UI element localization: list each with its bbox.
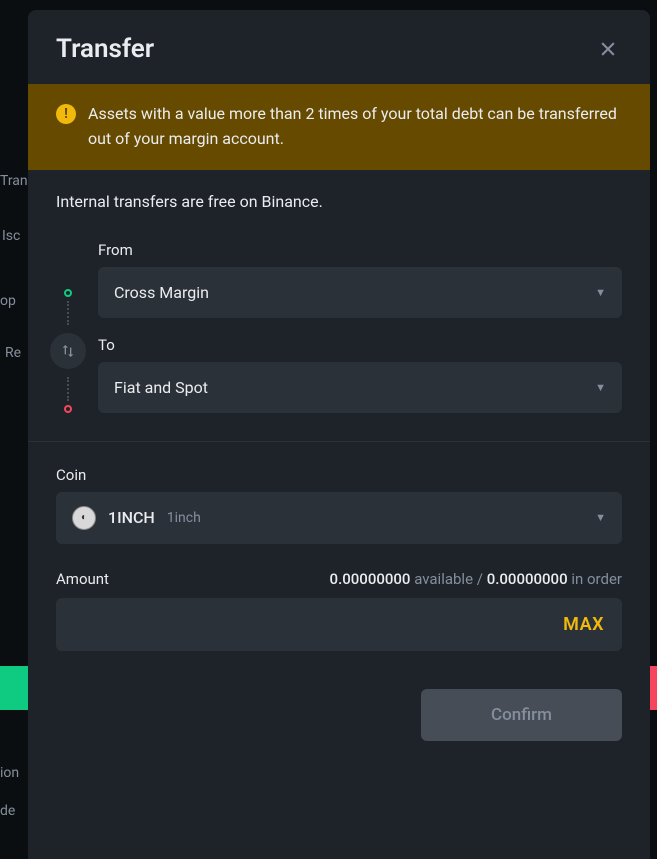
from-field-group: From Cross Margin ▼ bbox=[98, 241, 622, 318]
coin-field-group: Coin ◐ 1INCH 1inch ▼ bbox=[56, 466, 622, 544]
chevron-down-icon: ▼ bbox=[595, 286, 606, 299]
from-value: Cross Margin bbox=[114, 283, 209, 302]
coin-label: Coin bbox=[56, 466, 622, 484]
swap-icon bbox=[60, 343, 76, 359]
close-button[interactable] bbox=[594, 35, 622, 63]
amount-header: Amount 0.00000000 available / 0.00000000… bbox=[56, 570, 622, 588]
transfer-indicator bbox=[56, 241, 80, 413]
from-label: From bbox=[98, 241, 622, 259]
amount-input-wrap: MAX bbox=[56, 598, 622, 651]
from-dot-icon bbox=[64, 289, 72, 297]
coin-left: ◐ 1INCH 1inch bbox=[72, 506, 201, 530]
bg-text: Tran bbox=[0, 170, 28, 192]
max-button[interactable]: MAX bbox=[563, 614, 604, 635]
dashed-line bbox=[67, 301, 69, 325]
to-value: Fiat and Spot bbox=[114, 378, 208, 397]
available-text: available bbox=[414, 570, 473, 588]
bg-text: ion bbox=[0, 762, 19, 784]
separator: / bbox=[477, 570, 483, 588]
amount-info: 0.00000000 available / 0.00000000 in ord… bbox=[330, 570, 622, 588]
transfer-modal: Transfer ! Assets with a value more than… bbox=[28, 10, 650, 859]
transfer-section: From Cross Margin ▼ To Fiat and Spot ▼ bbox=[56, 241, 622, 413]
divider bbox=[28, 441, 650, 442]
coin-icon: ◐ bbox=[72, 506, 96, 530]
close-icon bbox=[598, 39, 618, 59]
chevron-down-icon: ▼ bbox=[595, 381, 606, 394]
amount-input[interactable] bbox=[74, 615, 563, 634]
modal-body: Internal transfers are free on Binance. … bbox=[28, 170, 650, 741]
to-field-group: To Fiat and Spot ▼ bbox=[98, 336, 622, 413]
warning-banner: ! Assets with a value more than 2 times … bbox=[28, 84, 650, 170]
coin-symbol: 1INCH bbox=[108, 508, 155, 527]
confirm-button[interactable]: Confirm bbox=[421, 689, 622, 741]
to-select[interactable]: Fiat and Spot ▼ bbox=[98, 362, 622, 413]
bg-green-box bbox=[0, 666, 28, 710]
bg-text: op bbox=[0, 290, 16, 312]
from-select[interactable]: Cross Margin ▼ bbox=[98, 267, 622, 318]
info-text: Internal transfers are free on Binance. bbox=[56, 192, 622, 211]
inorder-value: 0.00000000 bbox=[487, 570, 568, 588]
to-dot-icon bbox=[64, 405, 72, 413]
bg-text: de bbox=[0, 800, 15, 822]
bg-text: Isc bbox=[2, 225, 20, 247]
coin-select[interactable]: ◐ 1INCH 1inch ▼ bbox=[56, 492, 622, 544]
warning-text: Assets with a value more than 2 times of… bbox=[88, 102, 622, 152]
amount-label: Amount bbox=[56, 570, 109, 588]
coin-name: 1inch bbox=[167, 510, 201, 526]
modal-header: Transfer bbox=[28, 10, 650, 84]
modal-title: Transfer bbox=[56, 34, 154, 64]
chevron-down-icon: ▼ bbox=[595, 511, 606, 524]
bg-text: Re bbox=[5, 342, 21, 364]
dashed-line bbox=[67, 377, 69, 401]
available-value: 0.00000000 bbox=[330, 570, 411, 588]
warning-icon: ! bbox=[56, 104, 76, 124]
to-label: To bbox=[98, 336, 622, 354]
transfer-fields: From Cross Margin ▼ To Fiat and Spot ▼ bbox=[98, 241, 622, 413]
inorder-text: in order bbox=[571, 570, 622, 588]
swap-button[interactable] bbox=[50, 333, 86, 369]
